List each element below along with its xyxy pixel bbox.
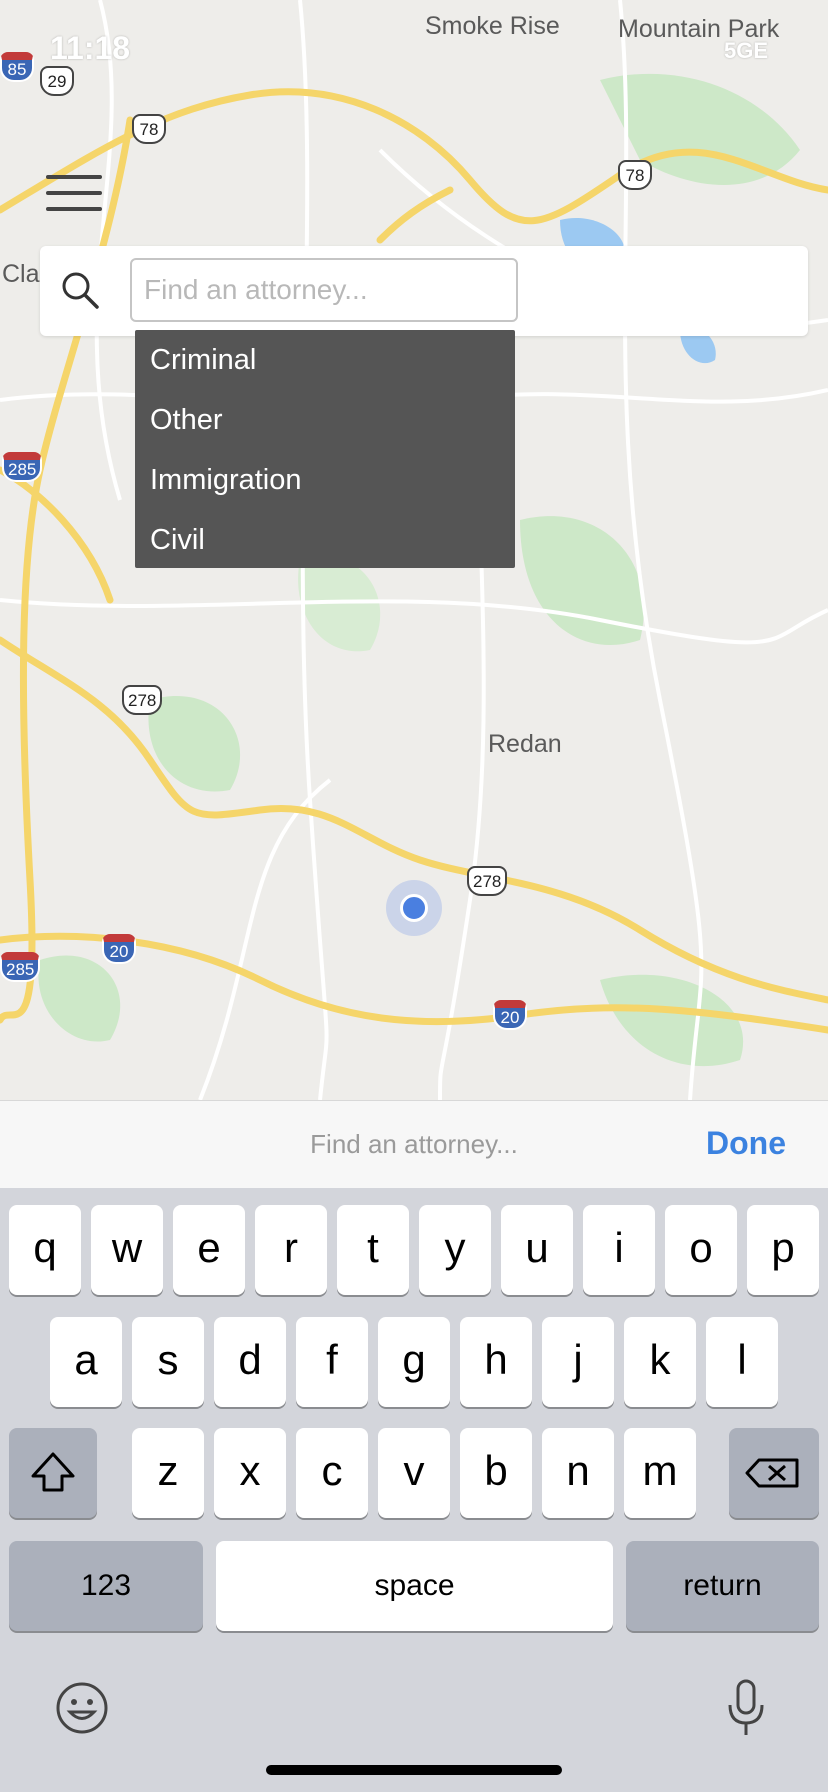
keyboard: qwertyuiop asdfghjkl zxcvbnm 123 space r… [0, 1188, 828, 1792]
key-u[interactable]: u [501, 1205, 573, 1295]
key-j[interactable]: j [542, 1317, 614, 1407]
key-n[interactable]: n [542, 1428, 614, 1518]
delete-key[interactable] [729, 1428, 819, 1518]
return-key[interactable]: return [626, 1541, 819, 1631]
key-q[interactable]: q [9, 1205, 81, 1295]
key-d[interactable]: d [214, 1317, 286, 1407]
space-key[interactable]: space [216, 1541, 613, 1631]
interstate-shield-85: 85 [0, 52, 34, 82]
key-r[interactable]: r [255, 1205, 327, 1295]
route-shield-278: 278 [122, 685, 163, 715]
key-k[interactable]: k [624, 1317, 696, 1407]
done-button[interactable]: Done [706, 1125, 786, 1162]
key-e[interactable]: e [173, 1205, 245, 1295]
menu-icon[interactable] [46, 175, 102, 215]
route-shield-278: 278 [467, 866, 508, 896]
search-input[interactable] [130, 258, 518, 322]
backspace-icon [745, 1458, 799, 1488]
route-shield-78: 78 [618, 160, 652, 190]
map-label-cla: Cla [2, 260, 40, 288]
key-s[interactable]: s [132, 1317, 204, 1407]
map-label-smoke-rise: Smoke Rise [425, 12, 560, 40]
key-c[interactable]: c [296, 1428, 368, 1518]
key-w[interactable]: w [91, 1205, 163, 1295]
key-f[interactable]: f [296, 1317, 368, 1407]
suggestion-dropdown: Criminal Other Immigration Civil [135, 330, 515, 568]
suggestion-item-other[interactable]: Other [135, 390, 515, 450]
suggestion-item-immigration[interactable]: Immigration [135, 450, 515, 510]
key-x[interactable]: x [214, 1428, 286, 1518]
key-v[interactable]: v [378, 1428, 450, 1518]
key-p[interactable]: p [747, 1205, 819, 1295]
emoji-icon[interactable] [55, 1681, 109, 1735]
current-location-marker [386, 880, 442, 936]
key-i[interactable]: i [583, 1205, 655, 1295]
key-l[interactable]: l [706, 1317, 778, 1407]
key-g[interactable]: g [378, 1317, 450, 1407]
status-bar-time: 11:18 [50, 30, 131, 66]
key-o[interactable]: o [665, 1205, 737, 1295]
search-icon [62, 272, 99, 309]
map-label-redan: Redan [488, 730, 562, 758]
shift-icon [31, 1452, 75, 1492]
suggestion-item-civil[interactable]: Civil [135, 510, 515, 570]
key-h[interactable]: h [460, 1317, 532, 1407]
key-t[interactable]: t [337, 1205, 409, 1295]
key-b[interactable]: b [460, 1428, 532, 1518]
microphone-icon[interactable] [725, 1678, 767, 1738]
suggestion-item-criminal[interactable]: Criminal [135, 330, 515, 390]
interstate-shield-285: 285 [2, 452, 43, 482]
search-bar [40, 246, 808, 336]
keyboard-accessory-bar: Find an attorney... Done [0, 1100, 828, 1189]
key-a[interactable]: a [50, 1317, 122, 1407]
route-shield-29: 29 [40, 66, 74, 96]
interstate-shield-20: 20 [493, 1000, 527, 1030]
key-y[interactable]: y [419, 1205, 491, 1295]
accessory-placeholder: Find an attorney... [310, 1129, 518, 1159]
status-bar-network: 5GE [723, 38, 768, 63]
interstate-shield-20: 20 [102, 934, 136, 964]
route-shield-78: 78 [132, 114, 166, 144]
key-m[interactable]: m [624, 1428, 696, 1518]
numbers-key[interactable]: 123 [9, 1541, 203, 1631]
interstate-shield-285: 285 [0, 952, 41, 982]
home-indicator [266, 1765, 562, 1775]
shift-key[interactable] [9, 1428, 97, 1518]
key-z[interactable]: z [132, 1428, 204, 1518]
